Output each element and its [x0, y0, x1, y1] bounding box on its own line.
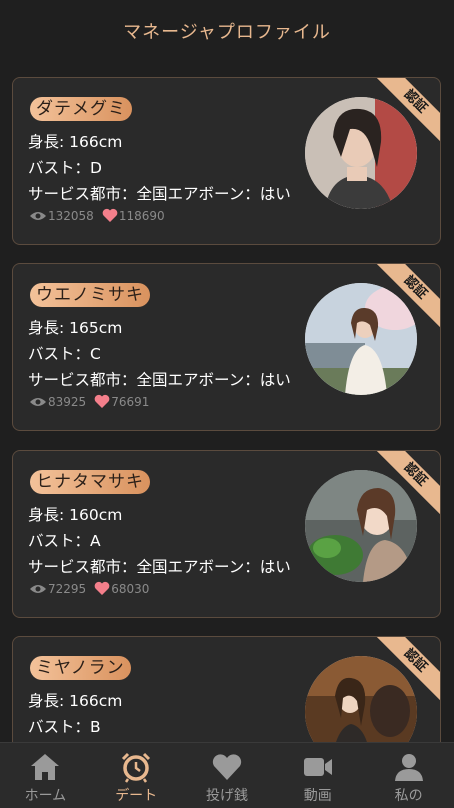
tab-label: 投げ銭 [205, 788, 248, 804]
heart-icon [102, 208, 118, 222]
profile-height: 身長: 166cm [28, 692, 123, 710]
like-count: 76691 [111, 394, 150, 409]
profile-bust: バスト：A [28, 532, 101, 550]
heart-icon [212, 754, 242, 780]
profile-avatar[interactable] [305, 470, 417, 582]
profile-name: ヒナタマサキ [30, 470, 150, 494]
profile-list[interactable]: ダテメグミ 身長: 166cm バスト：D サービス都市：全国エアボーン：はい … [0, 62, 454, 742]
profile-card[interactable]: ミヤノラン 身長: 166cm バスト：B 認証 [12, 636, 441, 742]
heart-icon [94, 581, 110, 595]
profile-name: ウエノミサキ [30, 283, 150, 307]
tab-tip[interactable]: 投げ銭 [182, 743, 273, 808]
like-count: 68030 [111, 581, 150, 596]
tab-label: 動画 [303, 788, 332, 804]
like-count: 118690 [118, 208, 165, 223]
tab-label: 私の [394, 788, 423, 804]
profile-bust: バスト：D [28, 159, 102, 177]
profile-bust: バスト：C [28, 345, 101, 363]
view-count: 83925 [48, 394, 87, 409]
eye-icon [30, 584, 46, 593]
video-icon [303, 758, 332, 776]
view-count: 72295 [48, 581, 87, 596]
profile-service: サービス都市：全国エアボーン：はい [28, 185, 291, 203]
profile-height: 身長: 166cm [28, 133, 123, 151]
page-header: マネージャプロファイル [0, 0, 454, 62]
view-count: 132058 [48, 208, 94, 223]
profile-name: ダテメグミ [30, 97, 132, 121]
profile-avatar[interactable] [305, 97, 417, 209]
profile-card[interactable]: ヒナタマサキ 身長: 160cm バスト：A サービス都市：全国エアボーン：はい… [12, 450, 441, 618]
tab-mine[interactable]: 私の [363, 743, 454, 808]
eye-icon [30, 211, 46, 220]
profile-stats: 72295 68030 [30, 581, 149, 596]
page-title: マネージャプロファイル [123, 22, 331, 43]
profile-card[interactable]: ウエノミサキ 身長: 165cm バスト：C サービス都市：全国エアボーン：はい… [12, 263, 441, 431]
tab-video[interactable]: 動画 [272, 743, 363, 808]
profile-name: ミヤノラン [30, 656, 131, 680]
bottom-tab-bar: ホーム デート 投げ銭 動画 私の [0, 742, 454, 808]
profile-bust: バスト：B [28, 718, 101, 736]
profile-service: サービス都市：全国エアボーン：はい [28, 558, 291, 576]
profile-avatar[interactable] [305, 283, 417, 395]
eye-icon [30, 397, 46, 406]
tab-label: ホーム [24, 788, 67, 804]
tab-date[interactable]: デート [91, 743, 182, 808]
user-icon [394, 754, 423, 781]
profile-stats: 83925 76691 [30, 394, 149, 409]
tab-label: デート [115, 788, 158, 804]
profile-service: サービス都市：全国エアボーン：はい [28, 371, 291, 389]
alarm-clock-icon [122, 752, 151, 783]
heart-icon [94, 394, 110, 408]
profile-card[interactable]: ダテメグミ 身長: 166cm バスト：D サービス都市：全国エアボーン：はい … [12, 77, 441, 245]
profile-height: 身長: 165cm [28, 319, 123, 337]
profile-avatar[interactable] [305, 656, 417, 742]
profile-height: 身長: 160cm [28, 506, 123, 524]
profile-stats: 132058 118690 [30, 208, 165, 223]
home-icon [31, 754, 60, 780]
tab-home[interactable]: ホーム [0, 743, 91, 808]
